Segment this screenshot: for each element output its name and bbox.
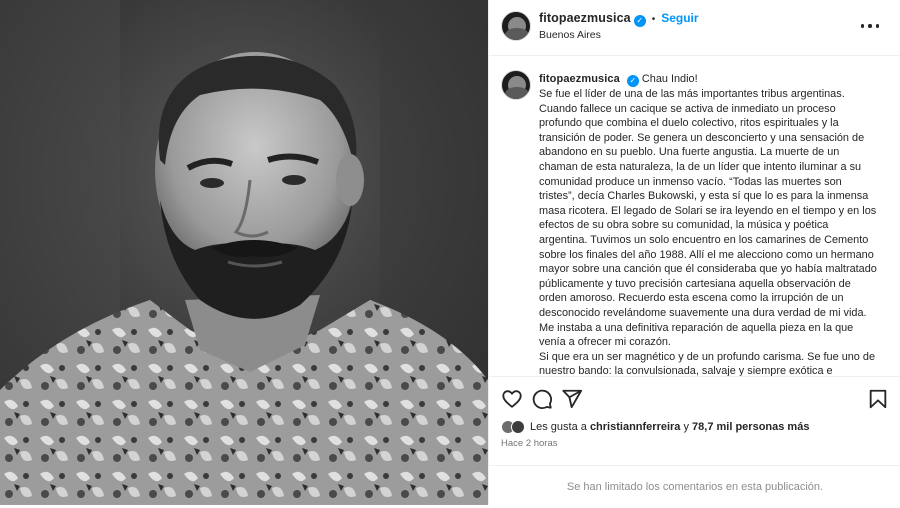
verified-badge-icon: ✓ [633, 15, 646, 27]
likes-summary: Les gusta a christiannferreira y 78,7 mi… [501, 420, 809, 434]
location-link[interactable]: Buenos Aires [539, 29, 601, 41]
caption-username-link[interactable]: fitopaezmusica [539, 73, 620, 85]
caption-line: Chau Indio! [641, 73, 698, 85]
post-header: fitopaezmusica ✓ • Seguir Buenos Aires [489, 0, 900, 56]
portrait-image [0, 0, 488, 505]
caption-section: fitopaezmusica ✓ Chau Indio! Se fue el lí… [489, 56, 900, 376]
caption-avatar[interactable] [501, 70, 531, 100]
profile-avatar[interactable] [501, 11, 531, 41]
likes-connector: y [683, 421, 689, 433]
header-name-line: fitopaezmusica ✓ • Seguir [539, 11, 699, 27]
separator-dot: • [651, 14, 656, 25]
instagram-post: fitopaezmusica ✓ • Seguir Buenos Aires fito… [0, 0, 900, 505]
caption-line: Si que era un ser magnético y de un prof… [539, 350, 876, 376]
caption-text: fitopaezmusica ✓ Chau Indio! Se fue el lí… [539, 72, 879, 376]
post-photo[interactable] [0, 0, 488, 505]
more-options-icon[interactable] [861, 17, 879, 35]
post-details-panel: fitopaezmusica ✓ • Seguir Buenos Aires fito… [488, 0, 900, 505]
caption-verified-badge-icon: ✓ [626, 75, 639, 87]
liker-username-link[interactable]: christiannferreira [590, 421, 680, 433]
bookmark-icon[interactable] [867, 388, 889, 410]
likes-prefix: Les gusta a [530, 421, 587, 433]
caption-line: Se fue el líder de una de las más import… [539, 88, 877, 349]
comment-icon[interactable] [531, 388, 553, 410]
likes-count-link[interactable]: 78,7 mil personas más [692, 421, 809, 433]
likes-text: Les gusta a christiannferreira y 78,7 mi… [530, 421, 809, 433]
post-timestamp[interactable]: Hace 2 horas [501, 438, 558, 449]
follow-button[interactable]: Seguir [661, 11, 698, 25]
comments-limited-notice: Se han limitado los comentarios en esta … [489, 465, 900, 507]
share-icon[interactable] [561, 388, 583, 410]
liker-avatar[interactable] [511, 420, 525, 434]
username-link[interactable]: fitopaezmusica [539, 11, 631, 25]
actions-section: Les gusta a christiannferreira y 78,7 mi… [489, 376, 900, 506]
heart-icon[interactable] [501, 388, 523, 410]
